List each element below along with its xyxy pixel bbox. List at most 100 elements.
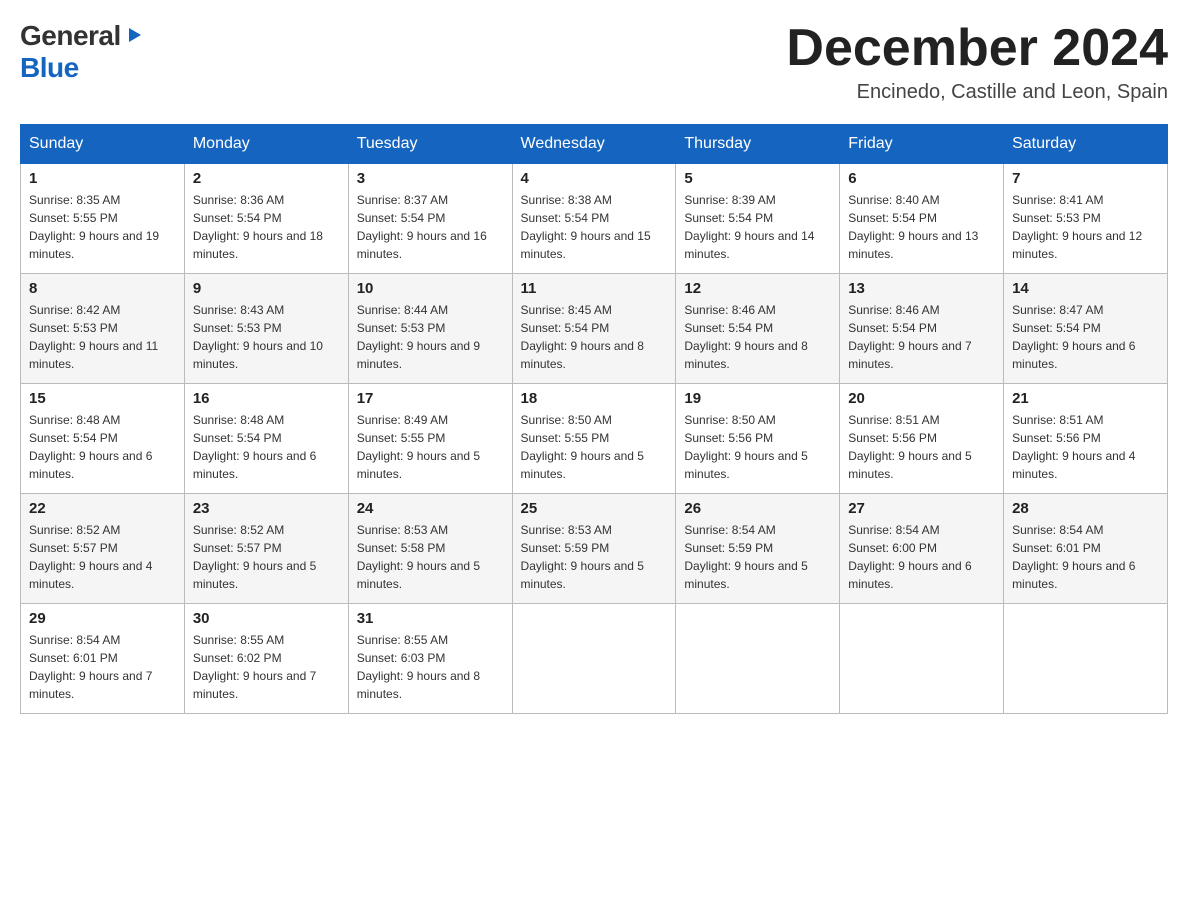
day-info: Sunrise: 8:49 AM Sunset: 5:55 PM Dayligh… bbox=[357, 411, 504, 483]
day-number: 10 bbox=[357, 280, 504, 297]
day-info: Sunrise: 8:41 AM Sunset: 5:53 PM Dayligh… bbox=[1012, 191, 1159, 263]
day-info: Sunrise: 8:47 AM Sunset: 5:54 PM Dayligh… bbox=[1012, 301, 1159, 373]
location-subtitle: Encinedo, Castille and Leon, Spain bbox=[786, 81, 1168, 104]
day-info: Sunrise: 8:42 AM Sunset: 5:53 PM Dayligh… bbox=[29, 301, 176, 373]
header-friday: Friday bbox=[840, 125, 1004, 164]
day-number: 2 bbox=[193, 170, 340, 187]
day-info: Sunrise: 8:52 AM Sunset: 5:57 PM Dayligh… bbox=[193, 521, 340, 593]
day-number: 25 bbox=[521, 500, 668, 517]
table-row: 2 Sunrise: 8:36 AM Sunset: 5:54 PM Dayli… bbox=[184, 164, 348, 274]
day-info: Sunrise: 8:35 AM Sunset: 5:55 PM Dayligh… bbox=[29, 191, 176, 263]
table-row: 1 Sunrise: 8:35 AM Sunset: 5:55 PM Dayli… bbox=[21, 164, 185, 274]
day-number: 19 bbox=[684, 390, 831, 407]
table-row: 7 Sunrise: 8:41 AM Sunset: 5:53 PM Dayli… bbox=[1004, 164, 1168, 274]
table-row bbox=[840, 604, 1004, 714]
table-row bbox=[512, 604, 676, 714]
day-info: Sunrise: 8:55 AM Sunset: 6:02 PM Dayligh… bbox=[193, 631, 340, 703]
day-info: Sunrise: 8:54 AM Sunset: 6:01 PM Dayligh… bbox=[1012, 521, 1159, 593]
table-row: 16 Sunrise: 8:48 AM Sunset: 5:54 PM Dayl… bbox=[184, 384, 348, 494]
calendar-week-row: 1 Sunrise: 8:35 AM Sunset: 5:55 PM Dayli… bbox=[21, 164, 1168, 274]
month-year-title: December 2024 bbox=[786, 20, 1168, 77]
day-info: Sunrise: 8:46 AM Sunset: 5:54 PM Dayligh… bbox=[848, 301, 995, 373]
day-info: Sunrise: 8:52 AM Sunset: 5:57 PM Dayligh… bbox=[29, 521, 176, 593]
table-row: 23 Sunrise: 8:52 AM Sunset: 5:57 PM Dayl… bbox=[184, 494, 348, 604]
calendar-table: Sunday Monday Tuesday Wednesday Thursday… bbox=[20, 124, 1168, 714]
day-number: 8 bbox=[29, 280, 176, 297]
day-number: 13 bbox=[848, 280, 995, 297]
day-info: Sunrise: 8:40 AM Sunset: 5:54 PM Dayligh… bbox=[848, 191, 995, 263]
table-row: 30 Sunrise: 8:55 AM Sunset: 6:02 PM Dayl… bbox=[184, 604, 348, 714]
day-number: 7 bbox=[1012, 170, 1159, 187]
day-info: Sunrise: 8:53 AM Sunset: 5:59 PM Dayligh… bbox=[521, 521, 668, 593]
table-row: 24 Sunrise: 8:53 AM Sunset: 5:58 PM Dayl… bbox=[348, 494, 512, 604]
day-number: 26 bbox=[684, 500, 831, 517]
day-info: Sunrise: 8:54 AM Sunset: 5:59 PM Dayligh… bbox=[684, 521, 831, 593]
table-row bbox=[1004, 604, 1168, 714]
calendar-week-row: 8 Sunrise: 8:42 AM Sunset: 5:53 PM Dayli… bbox=[21, 274, 1168, 384]
day-info: Sunrise: 8:39 AM Sunset: 5:54 PM Dayligh… bbox=[684, 191, 831, 263]
day-number: 11 bbox=[521, 280, 668, 297]
day-info: Sunrise: 8:55 AM Sunset: 6:03 PM Dayligh… bbox=[357, 631, 504, 703]
day-info: Sunrise: 8:51 AM Sunset: 5:56 PM Dayligh… bbox=[848, 411, 995, 483]
day-number: 14 bbox=[1012, 280, 1159, 297]
day-info: Sunrise: 8:37 AM Sunset: 5:54 PM Dayligh… bbox=[357, 191, 504, 263]
day-number: 23 bbox=[193, 500, 340, 517]
day-number: 31 bbox=[357, 610, 504, 627]
table-row: 19 Sunrise: 8:50 AM Sunset: 5:56 PM Dayl… bbox=[676, 384, 840, 494]
table-row: 28 Sunrise: 8:54 AM Sunset: 6:01 PM Dayl… bbox=[1004, 494, 1168, 604]
table-row: 11 Sunrise: 8:45 AM Sunset: 5:54 PM Dayl… bbox=[512, 274, 676, 384]
table-row: 14 Sunrise: 8:47 AM Sunset: 5:54 PM Dayl… bbox=[1004, 274, 1168, 384]
day-info: Sunrise: 8:48 AM Sunset: 5:54 PM Dayligh… bbox=[29, 411, 176, 483]
day-number: 12 bbox=[684, 280, 831, 297]
day-info: Sunrise: 8:54 AM Sunset: 6:00 PM Dayligh… bbox=[848, 521, 995, 593]
calendar-week-row: 29 Sunrise: 8:54 AM Sunset: 6:01 PM Dayl… bbox=[21, 604, 1168, 714]
day-number: 18 bbox=[521, 390, 668, 407]
table-row: 26 Sunrise: 8:54 AM Sunset: 5:59 PM Dayl… bbox=[676, 494, 840, 604]
day-number: 17 bbox=[357, 390, 504, 407]
table-row: 6 Sunrise: 8:40 AM Sunset: 5:54 PM Dayli… bbox=[840, 164, 1004, 274]
day-number: 20 bbox=[848, 390, 995, 407]
table-row: 10 Sunrise: 8:44 AM Sunset: 5:53 PM Dayl… bbox=[348, 274, 512, 384]
title-area: December 2024 Encinedo, Castille and Leo… bbox=[786, 20, 1168, 104]
day-number: 6 bbox=[848, 170, 995, 187]
table-row: 15 Sunrise: 8:48 AM Sunset: 5:54 PM Dayl… bbox=[21, 384, 185, 494]
day-info: Sunrise: 8:50 AM Sunset: 5:56 PM Dayligh… bbox=[684, 411, 831, 483]
table-row: 9 Sunrise: 8:43 AM Sunset: 5:53 PM Dayli… bbox=[184, 274, 348, 384]
day-info: Sunrise: 8:36 AM Sunset: 5:54 PM Dayligh… bbox=[193, 191, 340, 263]
logo-general-text: General bbox=[20, 20, 121, 52]
day-number: 22 bbox=[29, 500, 176, 517]
day-number: 15 bbox=[29, 390, 176, 407]
day-number: 3 bbox=[357, 170, 504, 187]
table-row: 29 Sunrise: 8:54 AM Sunset: 6:01 PM Dayl… bbox=[21, 604, 185, 714]
day-number: 16 bbox=[193, 390, 340, 407]
page-header: General Blue December 2024 Encinedo, Cas… bbox=[20, 20, 1168, 104]
header-wednesday: Wednesday bbox=[512, 125, 676, 164]
day-number: 30 bbox=[193, 610, 340, 627]
day-number: 21 bbox=[1012, 390, 1159, 407]
header-monday: Monday bbox=[184, 125, 348, 164]
header-sunday: Sunday bbox=[21, 125, 185, 164]
logo-arrow-icon bbox=[123, 24, 145, 46]
day-number: 1 bbox=[29, 170, 176, 187]
day-info: Sunrise: 8:45 AM Sunset: 5:54 PM Dayligh… bbox=[521, 301, 668, 373]
table-row: 27 Sunrise: 8:54 AM Sunset: 6:00 PM Dayl… bbox=[840, 494, 1004, 604]
table-row: 20 Sunrise: 8:51 AM Sunset: 5:56 PM Dayl… bbox=[840, 384, 1004, 494]
table-row: 12 Sunrise: 8:46 AM Sunset: 5:54 PM Dayl… bbox=[676, 274, 840, 384]
table-row: 31 Sunrise: 8:55 AM Sunset: 6:03 PM Dayl… bbox=[348, 604, 512, 714]
day-number: 5 bbox=[684, 170, 831, 187]
day-number: 4 bbox=[521, 170, 668, 187]
header-tuesday: Tuesday bbox=[348, 125, 512, 164]
table-row: 17 Sunrise: 8:49 AM Sunset: 5:55 PM Dayl… bbox=[348, 384, 512, 494]
day-info: Sunrise: 8:53 AM Sunset: 5:58 PM Dayligh… bbox=[357, 521, 504, 593]
day-info: Sunrise: 8:43 AM Sunset: 5:53 PM Dayligh… bbox=[193, 301, 340, 373]
day-info: Sunrise: 8:54 AM Sunset: 6:01 PM Dayligh… bbox=[29, 631, 176, 703]
table-row: 22 Sunrise: 8:52 AM Sunset: 5:57 PM Dayl… bbox=[21, 494, 185, 604]
weekday-header-row: Sunday Monday Tuesday Wednesday Thursday… bbox=[21, 125, 1168, 164]
day-number: 9 bbox=[193, 280, 340, 297]
day-number: 28 bbox=[1012, 500, 1159, 517]
day-info: Sunrise: 8:48 AM Sunset: 5:54 PM Dayligh… bbox=[193, 411, 340, 483]
table-row: 8 Sunrise: 8:42 AM Sunset: 5:53 PM Dayli… bbox=[21, 274, 185, 384]
table-row: 13 Sunrise: 8:46 AM Sunset: 5:54 PM Dayl… bbox=[840, 274, 1004, 384]
logo-blue-text: Blue bbox=[20, 52, 79, 83]
day-number: 24 bbox=[357, 500, 504, 517]
